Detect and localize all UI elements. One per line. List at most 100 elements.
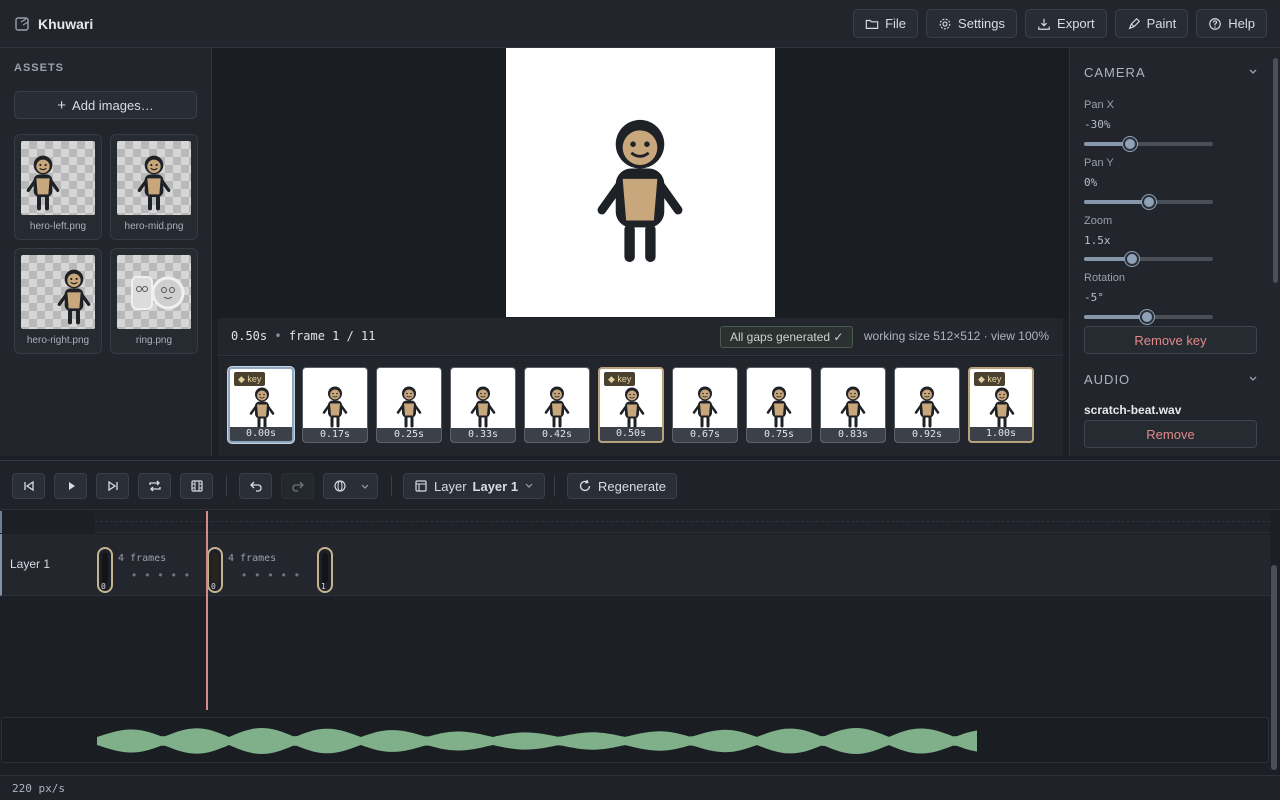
frame-thumbnail[interactable]: 0.75s (746, 367, 812, 443)
asset-card[interactable]: ring.png (110, 248, 198, 354)
redo-button[interactable] (281, 473, 314, 499)
chevron-down-icon[interactable] (1248, 374, 1258, 384)
audio-section-title: AUDIO (1084, 372, 1131, 387)
download-icon (1038, 18, 1050, 30)
remove-audio-button[interactable]: Remove (1084, 420, 1257, 448)
export-button[interactable]: Export (1025, 9, 1107, 38)
help-button[interactable]: Help (1196, 9, 1267, 38)
audio-track[interactable] (1, 717, 1269, 763)
panel-scrollbar[interactable] (1273, 58, 1278, 283)
remove-key-button[interactable]: Remove key (1084, 326, 1257, 354)
skip-end-icon (107, 480, 118, 492)
slider-handle[interactable] (1140, 310, 1155, 324)
keyframe-label: 1 (321, 582, 326, 591)
zoom-label: Zoom (1084, 215, 1113, 227)
regenerate-button[interactable]: Regenerate (567, 473, 677, 499)
asset-card[interactable]: hero-left.png (14, 134, 102, 240)
regenerate-label: Regenerate (598, 478, 666, 494)
paint-button[interactable]: Paint (1114, 9, 1189, 38)
frame-thumbnail[interactable]: ◆ key 0.00s (228, 367, 294, 443)
skip-start-button[interactable] (12, 473, 45, 499)
frame-strip: ◆ key 0.00s 0.17s 0.25s 0.33s 0.42s ◆ key 0.50s… (218, 357, 1063, 456)
frame-character (394, 384, 424, 430)
undo-button[interactable] (239, 473, 272, 499)
track-name: Layer 1 (10, 557, 51, 571)
slider-handle[interactable] (1141, 195, 1156, 209)
pan-x-slider[interactable] (1084, 137, 1213, 151)
slider-handle[interactable] (1124, 252, 1139, 266)
frame-character (987, 385, 1017, 431)
asset-name: hero-mid.png (124, 221, 184, 232)
frame-character (542, 384, 572, 430)
rotation-slider[interactable] (1084, 310, 1213, 324)
slider-handle[interactable] (1123, 137, 1138, 151)
canvas-stage[interactable] (213, 48, 1068, 318)
canvas-info-bar: 0.50s • frame 1 / 11 All gaps generated … (218, 318, 1063, 356)
onion-skin-dropdown[interactable] (323, 473, 378, 499)
app-window: Khuwari File Settings Export Paint Help (0, 0, 1280, 800)
time-ruler[interactable] (95, 511, 1270, 533)
frame-thumbnail[interactable]: 0.42s (524, 367, 590, 443)
plus-icon: + (57, 96, 67, 114)
frame-thumbnail[interactable]: ◆ key 1.00s (968, 367, 1034, 443)
layer-select[interactable]: Layer Layer 1 (403, 473, 546, 499)
keyframe-marker[interactable]: 0 (97, 547, 113, 593)
app-logo-icon (15, 16, 29, 31)
file-button[interactable]: File (853, 9, 919, 38)
frame-time: 0.42s (525, 428, 589, 442)
key-badge: ◆ key (234, 372, 266, 386)
playhead[interactable] (206, 511, 208, 710)
key-badge: ◆ key (974, 372, 1006, 386)
loop-button[interactable] (138, 473, 171, 499)
frame-time: 0.00s (230, 427, 292, 441)
frame-time: 0.17s (303, 428, 367, 442)
frame-thumbnail[interactable]: 0.67s (672, 367, 738, 443)
frame-character (247, 385, 277, 431)
asset-card[interactable]: hero-mid.png (110, 134, 198, 240)
current-time: 0.50s (231, 329, 268, 343)
asset-thumbnail (117, 255, 191, 329)
zoom-slider[interactable] (1084, 252, 1213, 266)
frame-thumbnail[interactable]: 0.33s (450, 367, 516, 443)
camera-section-title: CAMERA (1084, 65, 1146, 80)
frame-time: 0.67s (673, 428, 737, 442)
asset-thumbnail (21, 255, 95, 329)
filmstrip-button[interactable] (180, 473, 213, 499)
asset-card[interactable]: hero-right.png (14, 248, 102, 354)
chevron-down-icon (525, 483, 533, 488)
chevron-down-icon[interactable] (1248, 67, 1258, 77)
rotation-value: -5° (1084, 291, 1104, 304)
toolbar-divider (391, 476, 392, 496)
settings-button[interactable]: Settings (926, 9, 1018, 38)
frame-thumbnail[interactable]: 0.25s (376, 367, 442, 443)
app-title: Khuwari (38, 15, 94, 32)
current-time-label: 0.50s • frame 1 / 11 (231, 329, 376, 343)
onion-skin-icon (334, 480, 346, 492)
zoom-value: 1.5x (1084, 234, 1111, 247)
play-button[interactable] (54, 473, 87, 499)
track-lane[interactable]: 0 4 frames ••••• 0 4 frames ••••• 1 (95, 534, 1270, 596)
keyframe-label: 0 (211, 582, 216, 591)
timeline-scrollbar[interactable] (1271, 565, 1277, 770)
frame-time: 0.33s (451, 428, 515, 442)
add-images-button[interactable]: + Add images… (14, 91, 197, 119)
track-header[interactable]: Layer 1 (0, 534, 95, 596)
timeline[interactable]: Layer 1 0 4 frames ••••• 0 4 frames ••••… (0, 511, 1270, 711)
film-icon (190, 480, 203, 492)
redo-icon (291, 481, 304, 492)
chevron-down-icon (361, 484, 369, 489)
pan-y-slider[interactable] (1084, 195, 1213, 209)
keyframe-marker[interactable]: 1 (317, 547, 333, 593)
frame-thumbnail[interactable]: 0.17s (302, 367, 368, 443)
canvas[interactable] (506, 48, 775, 317)
assets-sidebar: ASSETS + Add images… hero-left.png hero-… (0, 48, 212, 456)
keyframe-marker[interactable]: 0 (207, 547, 223, 593)
undo-icon (249, 481, 262, 492)
header-bar: Khuwari File Settings Export Paint Help (0, 0, 1280, 48)
frame-thumbnail[interactable]: ◆ key 0.50s (598, 367, 664, 443)
frame-thumbnail[interactable]: 0.92s (894, 367, 960, 443)
skip-end-button[interactable] (96, 473, 129, 499)
frame-thumbnail[interactable]: 0.83s (820, 367, 886, 443)
working-size-label: working size 512×512 · view 100% (863, 329, 1049, 343)
character-preview (588, 111, 692, 271)
